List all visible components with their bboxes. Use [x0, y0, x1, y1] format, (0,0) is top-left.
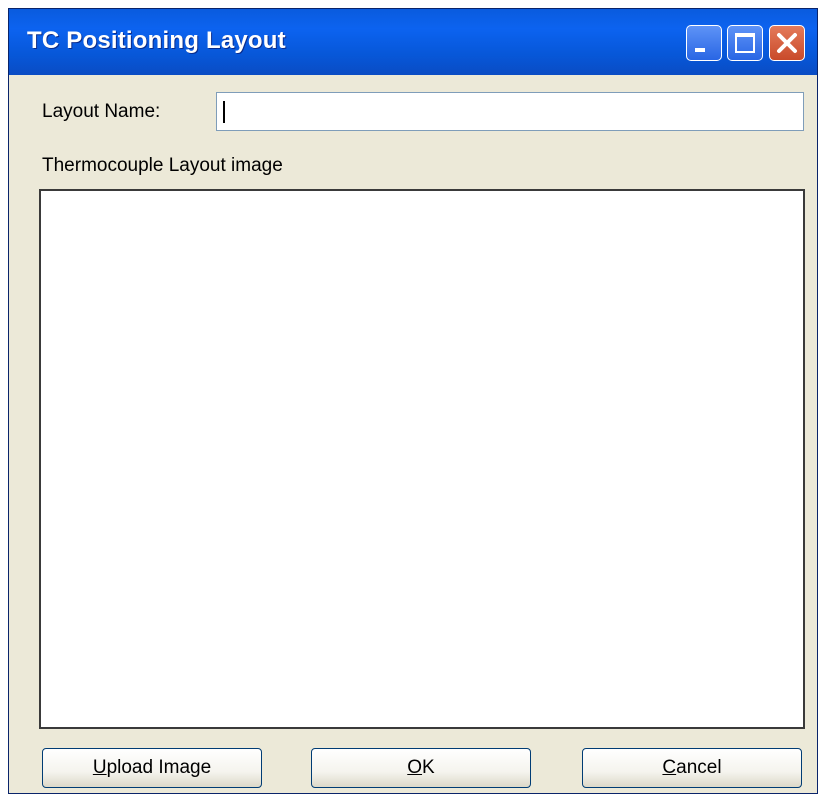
- thermocouple-layout-image: [39, 189, 805, 729]
- text-caret: [223, 101, 225, 123]
- layout-name-input[interactable]: [216, 92, 804, 131]
- upload-image-button[interactable]: Upload Image: [42, 748, 262, 788]
- window-title: TC Positioning Layout: [27, 27, 286, 54]
- upload-mnemonic: U: [92, 757, 107, 778]
- maximize-button[interactable]: [727, 25, 763, 61]
- ok-label: K: [422, 757, 435, 778]
- ok-mnemonic: O: [407, 757, 423, 778]
- close-button[interactable]: [769, 25, 805, 61]
- minimize-button[interactable]: [686, 25, 722, 61]
- upload-label: pload Image: [106, 757, 212, 778]
- maximize-icon: [735, 33, 755, 53]
- cancel-mnemonic: C: [662, 757, 677, 778]
- dialog-window: TC Positioning Layout Layout Name: Therm…: [8, 8, 818, 794]
- image-section-label: Thermocouple Layout image: [42, 155, 283, 176]
- title-bar[interactable]: TC Positioning Layout: [9, 9, 817, 75]
- ok-button[interactable]: OK: [311, 748, 531, 788]
- cancel-label: ancel: [676, 757, 722, 778]
- close-icon: [777, 33, 797, 53]
- layout-name-label: Layout Name:: [42, 101, 161, 122]
- minimize-icon: [695, 48, 705, 52]
- cancel-button[interactable]: Cancel: [582, 748, 802, 788]
